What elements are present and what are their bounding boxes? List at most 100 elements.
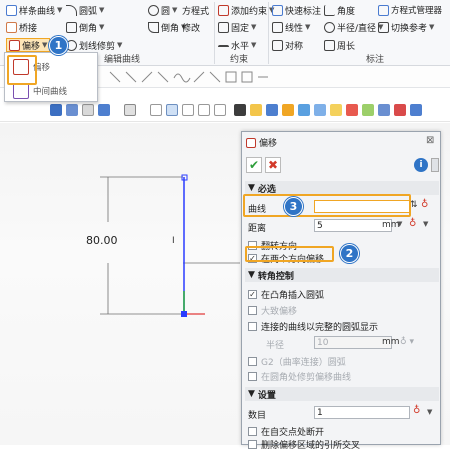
section-corner-control[interactable]: ▼ 转角控制 [245, 268, 439, 282]
horizontal-icon [218, 44, 229, 51]
offset-button[interactable]: 偏移 ▼ [6, 38, 51, 52]
linear-button[interactable]: 线性 ▼ [272, 20, 310, 34]
perimeter-button[interactable]: 周长 [324, 38, 355, 52]
target-icon[interactable] [346, 104, 358, 116]
pick-icon[interactable]: ♁ [421, 199, 428, 210]
chevron-down-icon: ▼ [42, 41, 48, 49]
g2-arc-option[interactable]: G2（曲率连接）圆弧 [248, 355, 346, 368]
display-mode-icon[interactable] [124, 104, 136, 116]
chevron-down-icon[interactable]: ▼ [427, 408, 432, 416]
mid-curve-icon [13, 83, 29, 99]
reverse-icon[interactable]: ⇅ [410, 200, 418, 210]
arc-button[interactable]: 圆弧 ▼ [66, 3, 104, 17]
checkbox[interactable] [248, 372, 257, 381]
highlight-popup-offset [7, 55, 37, 85]
section-required[interactable]: ▼ 必选 [245, 181, 439, 195]
horizontal-button[interactable]: 水平 ▼ [218, 38, 256, 52]
close-icon[interactable]: ⊠ [426, 135, 434, 146]
group-label-dimension: 标注 [366, 55, 385, 65]
dimension-pick-icon[interactable]: ♁ [409, 218, 416, 229]
large-offset-option[interactable]: 大致偏移 [248, 304, 297, 317]
bridge-icon [6, 21, 17, 33]
add-constraint-button[interactable]: 添加约束 ▼ [218, 3, 274, 17]
equation-manager-button[interactable]: 方程式管理器 [378, 3, 442, 17]
switch-reference-button[interactable]: 切换参考 ▼ [378, 20, 434, 34]
radius-diameter-button[interactable]: 半径/直径 ▼ [324, 20, 383, 34]
connect-arc-option[interactable]: 连接的曲线以完整的圆弧显示 [248, 320, 378, 333]
layer-icon[interactable] [378, 104, 390, 116]
symmetric-icon [272, 39, 283, 51]
perimeter-icon [324, 39, 335, 51]
shaded-icon[interactable] [98, 104, 110, 116]
count-input[interactable]: 1 [314, 406, 410, 419]
filter-icon[interactable] [66, 104, 78, 116]
break-at-intersection-option[interactable]: 在自交点处断开 [248, 425, 324, 438]
insert-arc-option[interactable]: ✓ 在凸角插入圆弧 [248, 288, 324, 301]
panel-toggle[interactable] [431, 158, 439, 172]
chevron-down-icon: ▼ [99, 23, 105, 31]
checkbox[interactable] [248, 427, 257, 436]
radius-pick-icon[interactable]: ♁ ▾ [400, 337, 414, 347]
settings-view-icon[interactable] [410, 104, 422, 116]
step-badge-2: 2 [340, 244, 359, 263]
ok-button[interactable]: ✔ [246, 157, 262, 173]
checkbox[interactable] [248, 357, 257, 366]
fixed-button[interactable]: 固定 ▼ [218, 20, 256, 34]
render-icon[interactable] [234, 104, 246, 116]
spline-icon [6, 4, 17, 16]
box-icon[interactable] [150, 104, 162, 116]
checkbox[interactable] [248, 306, 257, 315]
check-icon: ✔ [248, 158, 260, 172]
measure-icon[interactable] [362, 104, 374, 116]
snap-icon[interactable] [266, 104, 278, 116]
chevron-down-icon[interactable]: ▼ [397, 220, 402, 228]
symmetric-button[interactable]: 对称 [272, 38, 303, 52]
fillet-button[interactable]: 倒角 ▼ [148, 20, 186, 34]
radius-unit: mm [382, 337, 400, 347]
trim-offset-option[interactable]: 在圆角处修剪偏移曲线 [248, 370, 351, 383]
fillet-icon [148, 21, 159, 33]
angle-button[interactable]: 角度 [324, 3, 355, 17]
section-settings[interactable]: ▼ 设置 [245, 387, 439, 401]
chevron-down-icon[interactable]: ▼ [423, 220, 428, 228]
orient-icon[interactable] [298, 104, 310, 116]
x-icon: ✖ [267, 158, 279, 172]
arc-icon [66, 4, 77, 16]
radius-icon [324, 21, 335, 33]
circle-icon [148, 4, 159, 16]
chevron-down-icon: ▼ [57, 6, 63, 14]
dimension-label[interactable]: 80.00 [86, 234, 118, 247]
chamfer-button[interactable]: 倒角 ▼ [66, 20, 104, 34]
info-icon[interactable]: i [414, 158, 428, 172]
axis-icon[interactable] [214, 104, 226, 116]
highlight-icon[interactable] [330, 104, 342, 116]
radius-input[interactable]: 10 [314, 336, 392, 349]
zoom-icon[interactable] [314, 104, 326, 116]
dimension-view-icon[interactable] [282, 104, 294, 116]
light-icon[interactable] [250, 104, 262, 116]
line-trim-button[interactable]: 划线修剪 ▼ [66, 38, 122, 52]
distance-input[interactable]: 5 [314, 219, 392, 232]
grid-icon[interactable] [182, 104, 194, 116]
cancel-button[interactable]: ✖ [265, 157, 281, 173]
spline-button[interactable]: 样条曲线 ▼ [6, 3, 62, 17]
popup-item-mid-curve[interactable]: 中间曲线 [13, 83, 67, 99]
plane-icon[interactable] [198, 104, 210, 116]
equation-button[interactable]: 方程式 [182, 3, 209, 17]
bridge-button[interactable]: 桥接 [6, 20, 37, 34]
modify-button[interactable]: 修改 [182, 20, 200, 34]
checkbox-checked[interactable]: ✓ [248, 290, 257, 299]
color-icon[interactable] [394, 104, 406, 116]
group-divider [268, 2, 269, 64]
circle-button[interactable]: 圆 ▼ [148, 3, 177, 17]
collapse-icon: ▼ [248, 270, 255, 280]
chevron-down-icon: ▼ [172, 6, 178, 14]
count-pick-icon[interactable]: ♁ [413, 405, 420, 416]
collapse-icon: ▼ [248, 389, 255, 399]
checkbox[interactable] [248, 322, 257, 331]
cube-view-icon[interactable] [82, 104, 94, 116]
select-icon[interactable] [50, 104, 62, 116]
quick-dimension-button[interactable]: 快速标注 [272, 3, 321, 17]
step-badge-1: 1 [49, 36, 68, 55]
section-icon[interactable] [166, 104, 178, 116]
